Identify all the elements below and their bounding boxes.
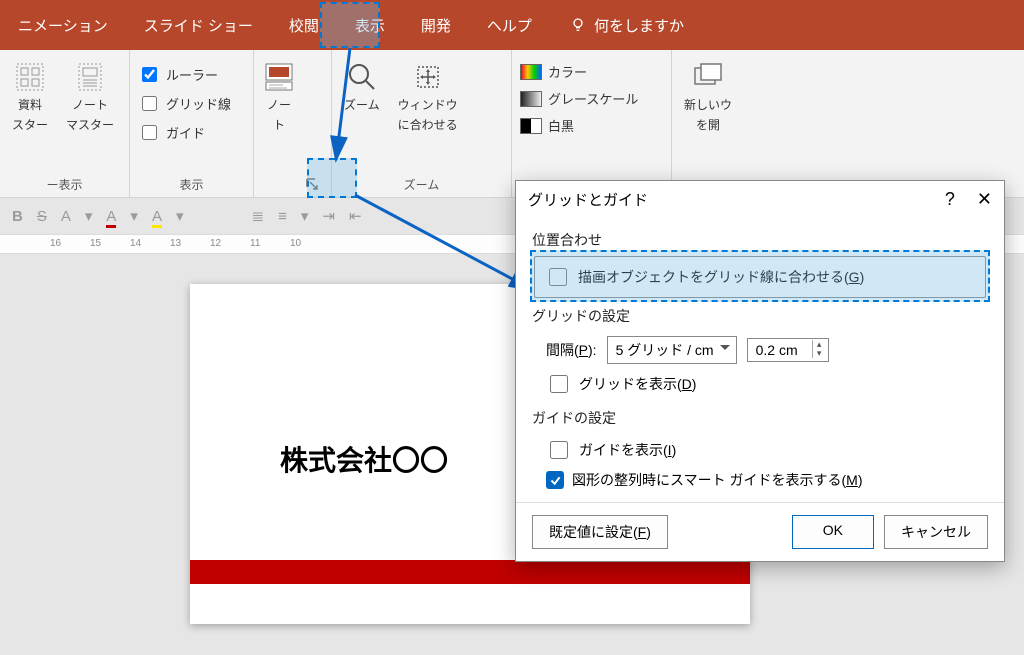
help-button[interactable]: ? <box>945 189 955 210</box>
tab-view[interactable]: 表示 <box>337 3 403 48</box>
bulb-icon <box>570 17 586 33</box>
new-window-icon <box>691 60 725 94</box>
ruler-checkbox[interactable]: ルーラー <box>138 62 218 87</box>
smart-guides-checkbox[interactable] <box>546 471 564 489</box>
bold-button[interactable]: B <box>12 208 23 225</box>
spacing-spinner[interactable]: 0.2 cm ▴▾ <box>747 338 829 362</box>
zoom-icon <box>345 60 379 94</box>
fit-icon <box>411 60 445 94</box>
gridlines-checkbox[interactable]: グリッド線 <box>138 91 231 116</box>
tab-help[interactable]: ヘルプ <box>469 3 550 48</box>
tab-animations[interactable]: ニメーション <box>0 3 126 48</box>
notes-master-button[interactable]: ノート マスター <box>62 56 118 137</box>
gray-swatch-icon <box>520 91 542 107</box>
highlight-button[interactable]: A <box>152 208 162 225</box>
bw-mode-button[interactable]: 白黒 <box>520 114 574 137</box>
outdent-button[interactable]: ⇤ <box>349 207 362 225</box>
tell-me-label: 何をしますか <box>594 15 684 36</box>
ribbon: 資料 スター ノート マスター ー表示 ルーラー グリッド線 ガイド 表示 ノー… <box>0 50 1024 198</box>
grid-guides-dialog: グリッドとガイド ? ✕ 位置合わせ 描画オブジェクトをグリッド線に合わせる(G… <box>515 180 1005 562</box>
spin-down-icon[interactable]: ▾ <box>812 349 826 358</box>
tell-me[interactable]: 何をしますか <box>550 15 684 36</box>
color-mode-button[interactable]: カラー <box>520 60 587 83</box>
ok-button[interactable]: OK <box>792 515 874 549</box>
align-button[interactable]: ≡ <box>278 208 287 225</box>
fit-window-button[interactable]: ウィンドウ に合わせる <box>394 56 462 137</box>
interval-combo[interactable]: 5 グリッド / cm <box>607 336 737 364</box>
chevron-down-icon: ▾ <box>301 207 309 225</box>
bw-swatch-icon <box>520 118 542 134</box>
show-guides-label: ガイドを表示(I) <box>579 440 676 460</box>
zoom-button[interactable]: ズーム <box>340 56 384 118</box>
interval-label: 間隔(P): <box>546 340 597 360</box>
font-size-button[interactable]: A <box>61 208 71 225</box>
tab-review[interactable]: 校閲 <box>271 3 337 48</box>
close-button[interactable]: ✕ <box>977 189 992 210</box>
ribbon-tabs: ニメーション スライド ショー 校閲 表示 開発 ヘルプ 何をしますか <box>0 0 1024 50</box>
set-default-button[interactable]: 既定値に設定(F) <box>532 515 668 549</box>
section-grid: グリッドの設定 <box>532 306 988 326</box>
group-master-views: ー表示 <box>8 172 121 197</box>
strike-button[interactable]: S <box>37 208 47 225</box>
section-alignment: 位置合わせ <box>532 230 988 250</box>
group-show: 表示 <box>138 172 245 197</box>
chevron-down-icon: ▾ <box>130 207 138 225</box>
dialog-launcher-icon[interactable] <box>305 177 319 191</box>
font-color-button[interactable]: A <box>106 208 116 225</box>
snap-to-grid-label: 描画オブジェクトをグリッド線に合わせる(G) <box>578 267 864 287</box>
chevron-down-icon: ▾ <box>85 207 93 225</box>
tab-developer[interactable]: 開発 <box>403 3 469 48</box>
notes-master-icon <box>73 60 107 94</box>
section-guide: ガイドの設定 <box>532 408 988 428</box>
color-swatch-icon <box>520 64 542 80</box>
show-grid-checkbox[interactable] <box>550 375 568 393</box>
new-window-button[interactable]: 新しいウ を開 <box>680 56 736 137</box>
handout-master-button[interactable]: 資料 スター <box>8 56 52 137</box>
snap-to-grid-checkbox[interactable] <box>549 268 567 286</box>
show-guides-checkbox[interactable] <box>550 441 568 459</box>
handout-icon <box>13 60 47 94</box>
smart-guides-label: 図形の整列時にスマート ガイドを表示する(M) <box>572 470 862 490</box>
show-grid-label: グリッドを表示(D) <box>579 374 696 394</box>
group-zoom: ズーム <box>340 172 503 197</box>
notes-button[interactable]: ノー ト <box>258 56 300 137</box>
cancel-button[interactable]: キャンセル <box>884 515 988 549</box>
tab-slideshow[interactable]: スライド ショー <box>126 3 271 48</box>
indent-button[interactable]: ⇥ <box>322 207 335 225</box>
notes-icon <box>262 60 296 94</box>
dialog-title: グリッドとガイド <box>528 189 648 210</box>
chevron-down-icon: ▾ <box>176 207 184 225</box>
slide-title: 株式会社〇〇 <box>280 439 448 479</box>
bullets-button[interactable]: ≣ <box>252 207 265 225</box>
guides-checkbox[interactable]: ガイド <box>138 120 205 145</box>
grayscale-mode-button[interactable]: グレースケール <box>520 87 638 110</box>
slide-accent-bar <box>190 560 750 584</box>
